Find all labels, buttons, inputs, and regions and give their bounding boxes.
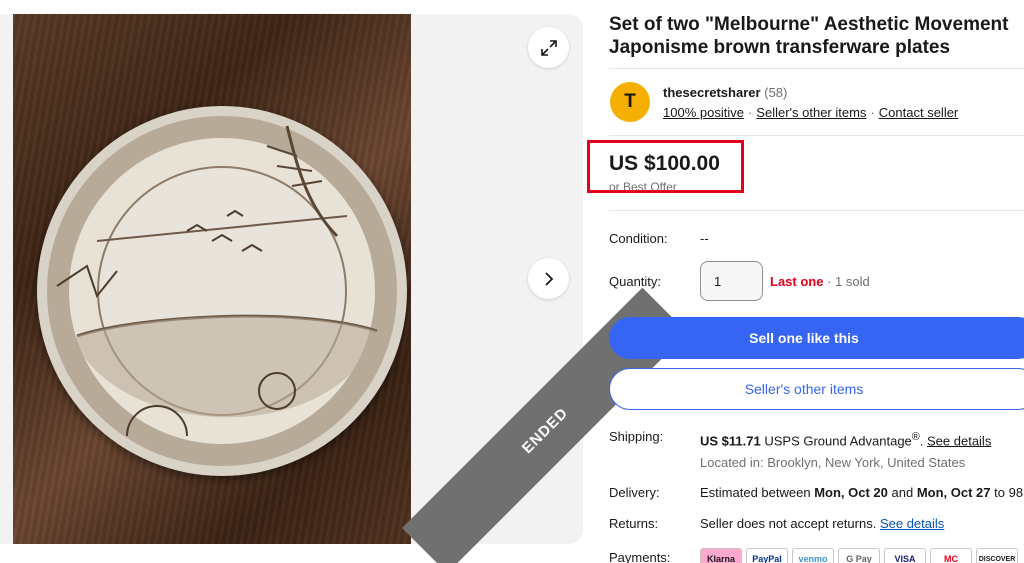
seller-feedback-count: (58) <box>764 85 788 100</box>
delivery-value: Estimated between Mon, Oct 20 and Mon, O… <box>700 485 1024 500</box>
delivery-and: and <box>891 485 914 500</box>
delivery-label: Delivery: <box>609 485 660 500</box>
shipping-service: USPS Ground Advantage <box>764 433 912 449</box>
discover-icon: DISCOVER <box>976 548 1018 563</box>
chevron-right-icon <box>544 271 553 286</box>
next-image-button[interactable] <box>528 258 569 299</box>
contact-seller-link[interactable]: Contact seller <box>879 105 958 120</box>
divider <box>609 135 1024 136</box>
quantity-note: Last one · 1 sold <box>770 274 870 289</box>
sold-count: · 1 sold <box>827 274 870 289</box>
item-title-line1: Set of two "Melbourne" Aesthetic Movemen… <box>609 14 1009 35</box>
expand-icon <box>540 39 557 56</box>
quantity-input[interactable]: 1 <box>700 261 763 301</box>
shipping-value: US $11.71 USPS Ground Advantage®. See de… <box>700 431 992 449</box>
paypal-icon: PayPal <box>746 548 788 563</box>
plate-image <box>37 106 407 476</box>
delivery-prefix: Estimated between <box>700 485 811 500</box>
plate-pattern <box>56 125 378 437</box>
delivery-start-date: Mon, Oct 20 <box>814 485 888 500</box>
payment-methods: Klarna PayPal venmo G Pay VISA MC DISCOV… <box>700 548 1018 563</box>
expand-button[interactable] <box>528 27 569 68</box>
seller-links: 100% positive · Seller's other items · Conta… <box>663 105 958 120</box>
returns-see-details-link[interactable]: See details <box>880 516 944 531</box>
returns-value: Seller does not accept returns. See deta… <box>700 516 944 531</box>
returns-label: Returns: <box>609 516 659 531</box>
seller-other-items-link[interactable]: Seller's other items <box>756 105 866 120</box>
listing-photo[interactable] <box>13 14 411 544</box>
divider <box>609 210 1024 211</box>
shipping-label: Shipping: <box>609 429 664 444</box>
item-title: Set of two "Melbourne" Aesthetic Movemen… <box>609 13 1024 59</box>
quantity-label: Quantity: <box>609 274 662 289</box>
delivery-end-date: Mon, Oct 27 <box>916 485 991 500</box>
seller-positive-link[interactable]: 100% positive <box>663 105 744 120</box>
shipping-cost: US $11.71 <box>700 433 761 449</box>
visa-icon: VISA <box>884 548 926 563</box>
venmo-icon: venmo <box>792 548 834 563</box>
separator-dot: · <box>870 105 875 120</box>
shipping-see-details-link[interactable]: See details <box>927 433 991 448</box>
returns-text: Seller does not accept returns. <box>700 516 877 531</box>
sell-one-like-this-button[interactable]: Sell one like this <box>609 317 1024 359</box>
seller-card: T thesecretsharer (58) 100% positive · Sel… <box>609 80 1024 126</box>
seller-avatar[interactable]: T <box>610 82 650 122</box>
price-highlight-box <box>587 140 744 193</box>
seller-name[interactable]: thesecretsharer <box>663 85 761 100</box>
google-pay-icon: G Pay <box>838 548 880 563</box>
separator-dot: · <box>747 105 753 120</box>
sellers-other-items-button[interactable]: Seller's other items <box>609 368 1024 410</box>
condition-label: Condition: <box>609 231 668 246</box>
registered-mark: ® <box>911 431 920 443</box>
condition-value: -- <box>700 231 709 246</box>
divider <box>609 68 1024 69</box>
payments-label: Payments: <box>609 550 671 563</box>
seller-name-row: thesecretsharer (58) <box>663 85 787 100</box>
item-location: Located in: Brooklyn, New York, United S… <box>700 455 966 470</box>
delivery-zip: to 98115 <box>994 485 1024 500</box>
klarna-icon: Klarna <box>700 548 742 563</box>
mastercard-icon: MC <box>930 548 972 563</box>
item-title-line2: Japonisme brown transferware plates <box>609 37 951 58</box>
last-one-badge: Last one <box>770 274 824 289</box>
